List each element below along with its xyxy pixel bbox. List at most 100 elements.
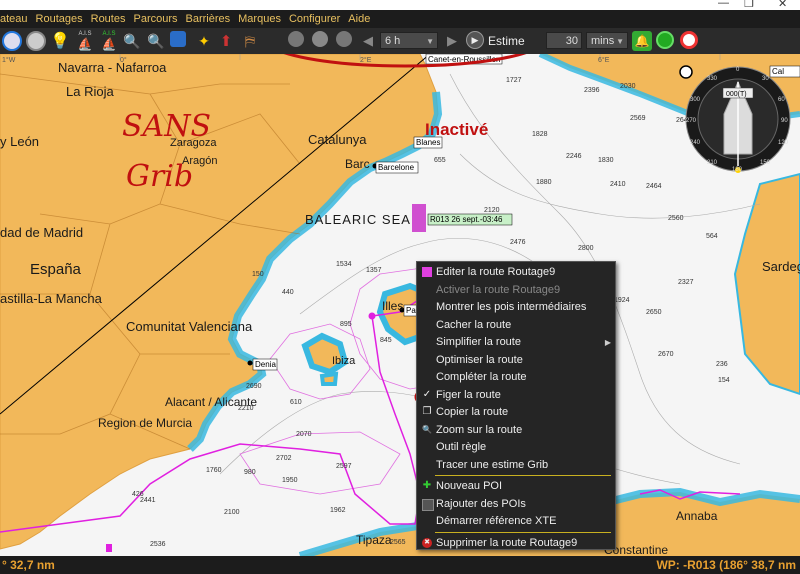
label-balearic: BALEARIC SEA <box>305 212 411 227</box>
svg-text:R013 26 sept.-03:46: R013 26 sept.-03:46 <box>430 215 503 224</box>
label-murcia: Region de Murcia <box>98 416 192 430</box>
zoom-out-icon[interactable]: 🔍 <box>146 31 166 51</box>
ship-icon: ⛵ <box>77 37 93 51</box>
compass-rose[interactable]: 000(T) 330 0 30 300 60 270 90 240 120 21… <box>685 66 791 173</box>
menubar: ateau Routages Routes Parcours Barrières… <box>0 10 800 28</box>
play-icon[interactable]: ▶ <box>466 31 484 49</box>
depth-sounding: 2569 <box>630 115 646 122</box>
minimize-button[interactable]: — <box>718 0 729 9</box>
lifebuoy-icon[interactable] <box>680 31 698 49</box>
menu-item-outil-règle[interactable]: Outil règle <box>417 439 615 456</box>
label-catalunya: Catalunya <box>308 132 367 147</box>
barrier-icon[interactable]: ⛿ <box>240 31 260 51</box>
bell-icon[interactable]: 🔔 <box>632 31 652 51</box>
step-unit-select[interactable]: mins ▼ <box>586 32 628 49</box>
menu-item-label: Zoom sur la route <box>436 423 523 436</box>
island-formentera <box>319 371 339 386</box>
depth-sounding: 440 <box>282 289 294 296</box>
ais2-button[interactable]: A.I.S ⛵ <box>98 31 120 51</box>
map-canvas[interactable]: Navarra - Nafarroa La Rioja y León dad d… <box>0 54 800 556</box>
step-value-input[interactable]: 30 <box>546 32 582 49</box>
menu-item-nouveau-poi[interactable]: ✚ Nouveau POI <box>417 478 615 495</box>
menu-item-simplifier-la-route[interactable]: Simplifier la route ▶ <box>417 334 615 351</box>
chart-map[interactable]: Navarra - Nafarroa La Rioja y León dad d… <box>0 54 800 556</box>
label-lon-1w: 1°W <box>2 56 16 64</box>
menu-item-supprimer-la-route-routage9[interactable]: ✖ Supprimer la route Routage9 <box>417 535 615 552</box>
menu-item-label: Démarrer référence XTE <box>436 515 557 527</box>
menu-item-label: Tracer une estime Grib <box>436 458 549 471</box>
info-icon[interactable] <box>26 31 46 51</box>
label-castilla: astilla-La Mancha <box>0 291 103 306</box>
route-context-menu: Editer la route Routage9 Activer la route… <box>416 261 616 550</box>
menu-item-editer-la-route-routage9[interactable]: Editer la route Routage9 <box>417 264 615 281</box>
zoom-in-icon[interactable]: 🔍 <box>122 31 142 51</box>
city-label-denia: Denia <box>252 358 278 371</box>
svg-text:150: 150 <box>760 160 771 166</box>
depth-sounding: 564 <box>706 233 718 240</box>
depth-sounding: 2120 <box>484 207 500 214</box>
depth-sounding: 154 <box>718 377 730 384</box>
annotation-sans-grib-line2: Grib <box>126 159 193 194</box>
route-waypoint[interactable] <box>368 312 376 320</box>
menu-item-démarrer-référence-xte[interactable]: Démarrer référence XTE <box>417 513 615 530</box>
menu-item-optimiser-la-route[interactable]: Optimiser la route <box>417 352 615 369</box>
menu-item-compléter-la-route[interactable]: Compléter la route <box>417 369 615 386</box>
close-button[interactable]: ✕ <box>778 0 787 10</box>
menu-configurer[interactable]: Configurer <box>289 13 340 25</box>
annotation-sans-grib-line1: SANS <box>122 109 211 144</box>
blank-icon <box>422 442 432 452</box>
delete-icon: ✖ <box>422 537 432 548</box>
menu-item-label: Editer la route Routage9 <box>436 266 556 278</box>
step-unit-value: mins <box>591 35 615 47</box>
record-icon[interactable] <box>656 31 674 49</box>
menu-barrieres[interactable]: Barrières <box>186 13 231 25</box>
svg-text:120: 120 <box>778 140 789 146</box>
grib-open-icon[interactable] <box>312 31 328 47</box>
menu-item-montrer-les-pois-intermédiaires[interactable]: Montrer les pois intermédiaires <box>417 299 615 316</box>
menu-item-tracer-une-estime-grib[interactable]: Tracer une estime Grib <box>417 457 615 474</box>
plus-icon: ✚ <box>422 480 432 491</box>
menu-routes[interactable]: Routes <box>91 13 126 25</box>
compass-icon[interactable] <box>2 31 22 51</box>
menu-item-activer-la-route-routage9[interactable]: Activer la route Routage9 <box>417 282 615 299</box>
depth-sounding: 2597 <box>336 463 352 470</box>
map-icon[interactable] <box>170 31 186 47</box>
menu-parcours[interactable]: Parcours <box>133 13 177 25</box>
menu-routages[interactable]: Routages <box>36 13 83 25</box>
depth-sounding: 845 <box>380 337 392 344</box>
menu-item-figer-la-route[interactable]: ✓ Figer la route <box>417 387 615 404</box>
menu-aide[interactable]: Aide <box>348 13 370 25</box>
menu-marques[interactable]: Marques <box>238 13 281 25</box>
svg-text:330: 330 <box>707 76 718 82</box>
status-right: WP: -R013 (186° 38,7 nm <box>656 558 796 572</box>
menu-item-rajouter-des-pois[interactable]: Rajouter des POIs <box>417 496 615 513</box>
step-back-icon[interactable]: ◀ <box>358 31 378 51</box>
routing-icon[interactable]: ⬆ <box>216 31 236 51</box>
menu-item-copier-la-route[interactable]: ❐ Copier la route <box>417 404 615 421</box>
menu-bateau[interactable]: ateau <box>0 13 28 25</box>
grib-icon[interactable]: ✦ <box>194 31 214 51</box>
ais-button[interactable]: A.I.S ⛵ <box>74 31 96 51</box>
step-forward-icon[interactable]: ▶ <box>442 31 462 51</box>
menu-item-cacher-la-route[interactable]: Cacher la route <box>417 317 615 334</box>
menu-item-label: Compléter la route <box>436 371 527 383</box>
grib-download-icon[interactable] <box>288 31 304 47</box>
window-titlebar: — ❐ ✕ <box>0 0 800 10</box>
duration-select[interactable]: 6 h ▼ <box>380 32 438 49</box>
depth-sounding: 1828 <box>532 131 548 138</box>
label-lon-2e: 2°E <box>360 56 372 64</box>
label-tipaza: Tipaza <box>356 533 392 547</box>
maximize-button[interactable]: ❐ <box>744 0 754 10</box>
blank-icon <box>422 460 432 470</box>
label-lon-0: 0° <box>120 56 127 64</box>
depth-sounding: 2476 <box>510 239 526 246</box>
toolbar: 💡 A.I.S ⛵ A.I.S ⛵ 🔍 🔍 ✦ ⬆ ⛿ ◀ 6 h ▼ ▶ ▶ Est… <box>0 28 800 55</box>
menu-item-zoom-sur-la-route[interactable]: 🔍 Zoom sur la route <box>417 422 615 439</box>
lightbulb-icon[interactable]: 💡 <box>50 31 70 51</box>
boat-marker[interactable] <box>412 204 426 232</box>
label-sardeg: Sardeg <box>762 259 800 274</box>
crosshair-icon[interactable] <box>679 65 693 79</box>
label-barc: Barc <box>345 157 370 171</box>
depth-sounding: 2070 <box>296 431 312 438</box>
grib-close-icon[interactable] <box>336 31 352 47</box>
